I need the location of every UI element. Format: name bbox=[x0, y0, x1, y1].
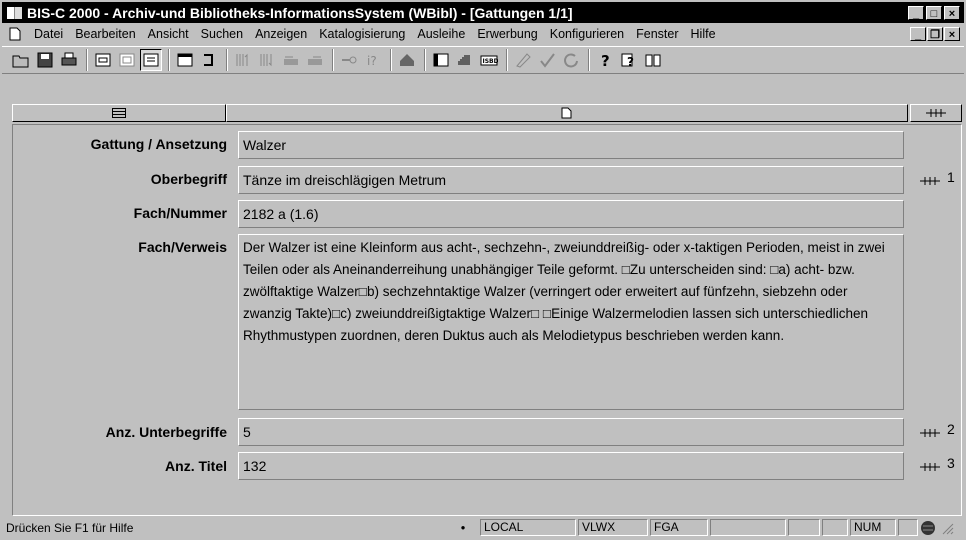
field-value-anz-titel[interactable]: 132 bbox=[238, 452, 904, 480]
column-header-document[interactable] bbox=[226, 104, 908, 122]
window-icon[interactable] bbox=[174, 49, 196, 71]
eraser-icon[interactable] bbox=[512, 49, 534, 71]
column-header-link[interactable] bbox=[910, 104, 962, 122]
status-indicator-dot: ● bbox=[460, 523, 466, 532]
globe-icon bbox=[921, 520, 935, 535]
status-pane-user: VLWX bbox=[578, 519, 648, 536]
field-label-fach-nummer: Fach/Nummer bbox=[133, 205, 227, 221]
field-value-anz-unterbegriffe[interactable]: 5 bbox=[238, 418, 904, 446]
toolbar-separator bbox=[588, 49, 590, 71]
query-icon[interactable]: i? bbox=[362, 49, 384, 71]
document-icon[interactable] bbox=[8, 27, 22, 41]
undo-icon[interactable] bbox=[198, 49, 220, 71]
home-icon[interactable] bbox=[396, 49, 418, 71]
field-label-oberbegriff: Oberbegriff bbox=[150, 171, 227, 187]
prev-record-icon[interactable] bbox=[280, 49, 302, 71]
field-value-fach-verweis[interactable]: Der Walzer ist eine Kleinform aus acht-,… bbox=[238, 234, 904, 410]
open-icon[interactable] bbox=[10, 49, 32, 71]
status-pane-empty bbox=[822, 519, 848, 536]
svg-text:ISBD: ISBD bbox=[483, 58, 499, 65]
field-label-anz-unterbegriffe: Anz. Unterbegriffe bbox=[105, 424, 227, 440]
mdi-minimize-icon[interactable]: _ bbox=[910, 27, 926, 41]
menu-katalogisierung[interactable]: Katalogisierung bbox=[313, 27, 411, 41]
link-icon[interactable] bbox=[919, 427, 941, 439]
status-pane-server: LOCAL bbox=[480, 519, 576, 536]
field-value-oberbegriff[interactable]: Tänze im dreischlägigen Metrum bbox=[238, 166, 904, 194]
status-pane-mode: FGA bbox=[650, 519, 708, 536]
toolbar-separator bbox=[506, 49, 508, 71]
save-icon[interactable] bbox=[34, 49, 56, 71]
isbd-icon[interactable]: ISBD bbox=[478, 49, 500, 71]
link-icon[interactable] bbox=[919, 461, 941, 473]
window-title: BIS-C 2000 - Archiv-und Bibliotheks-Info… bbox=[27, 4, 573, 21]
minimize-icon[interactable]: _ bbox=[908, 5, 924, 20]
link-count: 2 bbox=[947, 421, 955, 437]
close-icon[interactable]: × bbox=[944, 5, 960, 20]
menu-datei[interactable]: Datei bbox=[28, 27, 69, 41]
menu-ansicht[interactable]: Ansicht bbox=[142, 27, 195, 41]
toolbar-separator bbox=[86, 49, 88, 71]
toolbar-separator bbox=[390, 49, 392, 71]
menu-konfigurieren[interactable]: Konfigurieren bbox=[544, 27, 630, 41]
field-label-anz-titel: Anz. Titel bbox=[165, 458, 227, 474]
field-label-fach-verweis: Fach/Verweis bbox=[138, 239, 227, 255]
status-pane-num: NUM bbox=[850, 519, 896, 536]
field-value-fach-nummer[interactable]: 2182 a (1.6) bbox=[238, 200, 904, 228]
sort-asc-icon[interactable] bbox=[232, 49, 254, 71]
book-icon[interactable] bbox=[642, 49, 664, 71]
toolbar-separator bbox=[226, 49, 228, 71]
svg-text:?: ? bbox=[627, 55, 634, 69]
mdi-restore-icon[interactable]: ❐ bbox=[927, 27, 943, 41]
status-help-text: Drücken Sie F1 für Hilfe bbox=[6, 520, 134, 535]
field-value-gattung[interactable]: Walzer bbox=[238, 131, 904, 159]
status-pane-empty bbox=[788, 519, 820, 536]
print-icon[interactable] bbox=[58, 49, 80, 71]
menu-ausleihe[interactable]: Ausleihe bbox=[411, 27, 471, 41]
link-count: 3 bbox=[947, 455, 955, 471]
title-bar[interactable]: BIS-C 2000 - Archiv-und Bibliotheks-Info… bbox=[2, 2, 964, 23]
menu-hilfe[interactable]: Hilfe bbox=[685, 27, 722, 41]
help-icon[interactable]: ? bbox=[594, 49, 616, 71]
column-header-list[interactable] bbox=[12, 104, 226, 122]
view-list-icon[interactable] bbox=[116, 49, 138, 71]
application-window: BIS-C 2000 - Archiv-und Bibliotheks-Info… bbox=[0, 0, 966, 540]
toolbar-separator bbox=[168, 49, 170, 71]
status-bar: Drücken Sie F1 für Hilfe ● LOCAL VLWX FG… bbox=[2, 517, 964, 538]
mdi-close-icon[interactable]: × bbox=[944, 27, 960, 41]
view-form-icon[interactable] bbox=[92, 49, 114, 71]
field-label-gattung: Gattung / Ansetzung bbox=[90, 136, 227, 152]
app-icon[interactable] bbox=[6, 5, 24, 21]
list-icon bbox=[112, 108, 126, 118]
record-panel: Gattung / Ansetzung Walzer Oberbegriff T… bbox=[12, 124, 962, 516]
menu-anzeigen[interactable]: Anzeigen bbox=[249, 27, 313, 41]
view-detail-icon[interactable] bbox=[140, 49, 162, 71]
toolbar: i? ISBD ? ? bbox=[2, 46, 964, 74]
barcode-icon[interactable] bbox=[454, 49, 476, 71]
menu-fenster[interactable]: Fenster bbox=[630, 27, 684, 41]
menu-suchen[interactable]: Suchen bbox=[195, 27, 249, 41]
menu-erwerbung[interactable]: Erwerbung bbox=[471, 27, 543, 41]
svg-text:?: ? bbox=[601, 52, 610, 69]
link-icon[interactable] bbox=[919, 175, 941, 187]
resize-grip-icon[interactable] bbox=[940, 521, 954, 535]
svg-text:i?: i? bbox=[367, 54, 377, 68]
document-icon bbox=[561, 107, 572, 119]
refresh-icon[interactable] bbox=[560, 49, 582, 71]
next-record-icon[interactable] bbox=[304, 49, 326, 71]
toolbar-separator bbox=[332, 49, 334, 71]
status-pane-empty bbox=[898, 519, 918, 536]
menu-bar: Datei Bearbeiten Ansicht Suchen Anzeigen… bbox=[2, 24, 964, 44]
key-icon[interactable] bbox=[338, 49, 360, 71]
link-icon bbox=[926, 109, 946, 117]
check-icon[interactable] bbox=[536, 49, 558, 71]
toolbar-separator bbox=[424, 49, 426, 71]
status-pane-empty bbox=[710, 519, 786, 536]
table-icon[interactable] bbox=[430, 49, 452, 71]
maximize-icon[interactable]: □ bbox=[926, 5, 942, 20]
sort-desc-icon[interactable] bbox=[256, 49, 278, 71]
link-count: 1 bbox=[947, 169, 955, 185]
context-help-icon[interactable]: ? bbox=[618, 49, 640, 71]
menu-bearbeiten[interactable]: Bearbeiten bbox=[69, 27, 141, 41]
